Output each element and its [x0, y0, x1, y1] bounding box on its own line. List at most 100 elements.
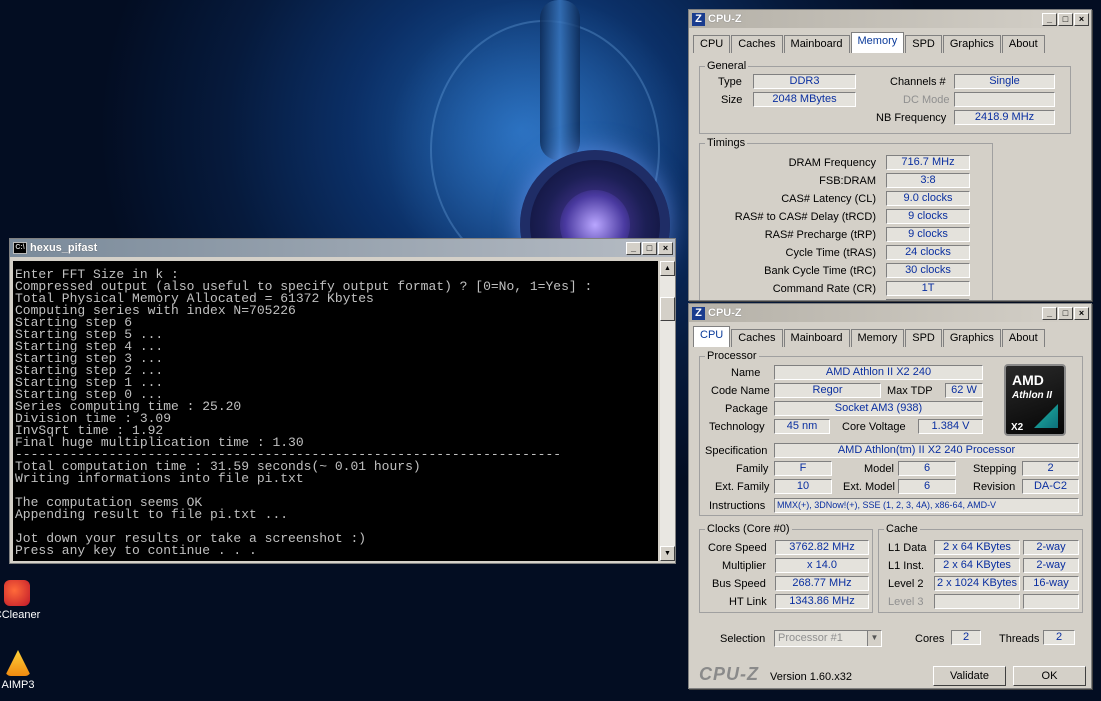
scroll-up-icon[interactable]: ▲	[660, 261, 675, 276]
tab-graphics[interactable]: Graphics	[942, 35, 1001, 53]
timing-label: RAS# Precharge (tRP)	[764, 229, 876, 241]
tab-cpu[interactable]: CPU	[693, 326, 731, 347]
minimize-button[interactable]: _	[1042, 12, 1057, 26]
cache-group: Cache L1 Data 2 x 64 KBytes 2-way L1 Ins…	[878, 523, 1083, 613]
close-button[interactable]: ×	[1074, 306, 1089, 320]
selection-label: Selection	[720, 633, 766, 645]
tab-about[interactable]: About	[1001, 329, 1045, 347]
tab-spd[interactable]: SPD	[905, 329, 942, 347]
timing-value: 1T	[886, 281, 970, 296]
revision-value: DA-C2	[1022, 479, 1079, 494]
validate-button[interactable]: Validate	[933, 666, 1006, 686]
multiplier-value: x 14.0	[775, 558, 869, 573]
tab-cpu[interactable]: CPU	[693, 35, 731, 53]
l1data-way: 2-way	[1023, 540, 1079, 555]
cpuz-memory-window[interactable]: Z CPU-Z _ □ × CPU Caches Mainboard Memor…	[688, 9, 1092, 301]
channels-value: Single	[954, 74, 1055, 89]
logo-line: Athlon II	[1012, 390, 1052, 401]
maximize-button[interactable]: □	[1058, 12, 1073, 26]
corevoltage-label: Core Voltage	[842, 421, 906, 433]
extfamily-value: 10	[774, 479, 832, 494]
desktop-icon-ccleaner[interactable]: CCleaner	[0, 580, 47, 621]
cores-label: Cores	[915, 633, 945, 645]
tab-memory[interactable]: Memory	[850, 32, 905, 53]
tab-graphics[interactable]: Graphics	[942, 329, 1001, 347]
minimize-button[interactable]: _	[626, 241, 641, 255]
dcmode-label: DC Mode	[903, 94, 950, 106]
level2-value: 2 x 1024 KBytes	[934, 576, 1020, 591]
desktop-icon-label: CCleaner	[0, 609, 41, 621]
amd-athlon-logo: AMD Athlon II X2	[1004, 364, 1066, 436]
cpuz-cpu-window[interactable]: Z CPU-Z _ □ × CPU Caches Mainboard Memor…	[688, 303, 1092, 689]
tab-mainboard[interactable]: Mainboard	[783, 35, 850, 53]
cpuz-brand-logo: CPU-Z	[699, 664, 759, 684]
tab-caches[interactable]: Caches	[731, 35, 783, 53]
level3-label: Level 3	[888, 596, 924, 608]
instructions-value: MMX(+), 3DNow!(+), SSE (1, 2, 3, 4A), x8…	[774, 498, 1079, 513]
timing-value: 9 clocks	[886, 209, 970, 224]
group-title: General	[705, 60, 749, 72]
general-group: General Type DDR3 Size 2048 MBytes Chann…	[699, 60, 1071, 134]
tab-spd[interactable]: SPD	[905, 35, 942, 53]
timings-group: Timings DRAM Frequency 716.7 MHz FSB:DRAM 3…	[699, 137, 993, 300]
scroll-down-icon[interactable]: ▼	[660, 546, 675, 561]
scroll-thumb[interactable]	[660, 297, 675, 321]
level2-way: 16-way	[1023, 576, 1079, 591]
processor-select[interactable]: Processor #1 ▼	[774, 630, 882, 647]
family-value: F	[774, 461, 832, 476]
technology-value: 45 nm	[774, 419, 830, 434]
tab-mainboard[interactable]: Mainboard	[783, 329, 850, 347]
ccleaner-icon	[4, 580, 30, 606]
technology-label: Technology	[709, 421, 765, 433]
group-title: Timings	[705, 137, 748, 149]
console-scrollbar[interactable]: ▲ ▼	[660, 261, 675, 561]
nbfreq-label: NB Frequency	[876, 112, 947, 124]
timing-value	[886, 299, 970, 300]
amd-arrow-icon	[1034, 404, 1058, 428]
timing-value: 9.0 clocks	[886, 191, 970, 206]
window-title: CPU-Z	[708, 13, 742, 25]
maximize-button[interactable]: □	[1058, 306, 1073, 320]
cpuz-titlebar[interactable]: Z CPU-Z _ □ ×	[689, 10, 1091, 28]
console-output[interactable]: Enter FFT Size in k : Compressed output (…	[13, 261, 658, 561]
wallpaper-headband	[540, 0, 580, 160]
maximize-button[interactable]: □	[642, 241, 657, 255]
tab-about[interactable]: About	[1001, 35, 1045, 53]
size-label: Size	[721, 94, 743, 106]
type-value: DDR3	[753, 74, 856, 89]
timing-value: 24 clocks	[886, 245, 970, 260]
maxtdp-value: 62 W	[945, 383, 983, 398]
timing-label: CAS# Latency (CL)	[781, 193, 876, 205]
chevron-down-icon[interactable]: ▼	[867, 631, 881, 646]
codename-value: Regor	[774, 383, 881, 398]
desktop-icon-aimp3[interactable]: AIMP3	[0, 650, 48, 691]
timing-label: DRAM Frequency	[788, 157, 876, 169]
cores-value: 2	[951, 630, 981, 645]
spec-value: AMD Athlon(tm) II X2 240 Processor	[774, 443, 1079, 458]
cpuz-tabs: CPU Caches Mainboard Memory SPD Graphics…	[689, 28, 1091, 53]
timing-value: 9 clocks	[886, 227, 970, 242]
group-title: Cache	[884, 523, 920, 535]
ok-button[interactable]: OK	[1013, 666, 1086, 686]
stepping-value: 2	[1022, 461, 1079, 476]
timing-label: Command Rate (CR)	[772, 283, 876, 295]
group-title: Clocks (Core #0)	[705, 523, 792, 535]
cpuz-app-icon: Z	[692, 306, 705, 320]
console-titlebar[interactable]: C:\ hexus_pifast _ □ ×	[10, 239, 675, 257]
l1data-label: L1 Data	[888, 542, 927, 554]
console-window[interactable]: C:\ hexus_pifast _ □ × Enter FFT Size in…	[9, 238, 676, 564]
cpuz-titlebar[interactable]: Z CPU-Z _ □ ×	[689, 304, 1091, 322]
aimp-icon	[5, 650, 31, 676]
timing-label: RAS# to CAS# Delay (tRCD)	[734, 211, 876, 223]
extmodel-value: 6	[898, 479, 956, 494]
timing-label: FSB:DRAM	[819, 175, 876, 187]
desktop-icon-label: AIMP3	[1, 679, 35, 691]
tab-memory[interactable]: Memory	[850, 329, 905, 347]
close-button[interactable]: ×	[658, 241, 673, 255]
size-value: 2048 MBytes	[753, 92, 856, 107]
close-button[interactable]: ×	[1074, 12, 1089, 26]
stepping-label: Stepping	[973, 463, 1017, 475]
tab-caches[interactable]: Caches	[731, 329, 783, 347]
minimize-button[interactable]: _	[1042, 306, 1057, 320]
dcmode-value	[954, 92, 1055, 107]
